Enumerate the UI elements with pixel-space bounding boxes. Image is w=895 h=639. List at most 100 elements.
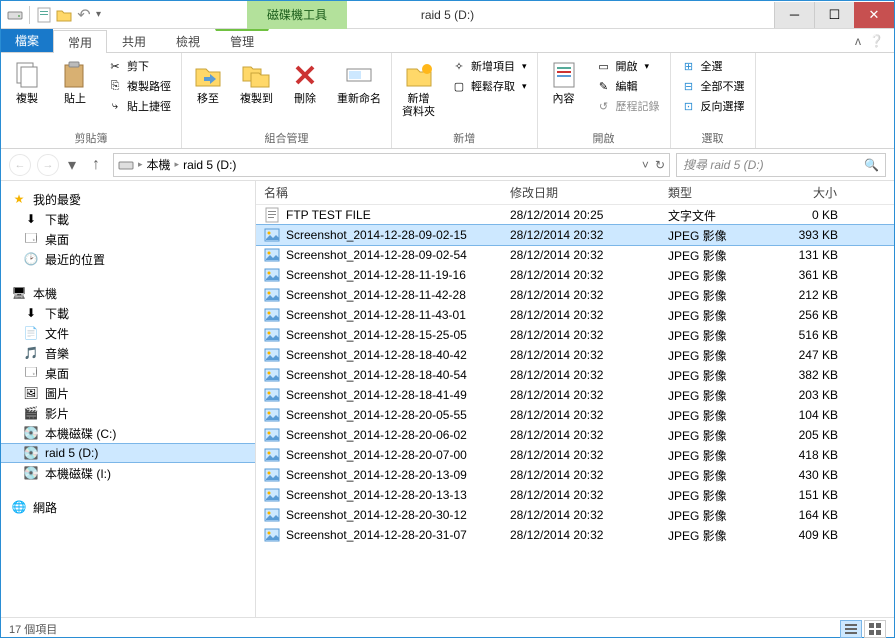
move-to-button[interactable]: 移至	[188, 57, 228, 108]
breadcrumb-current[interactable]: raid 5 (D:)	[183, 158, 236, 172]
search-input[interactable]: 搜尋 raid 5 (D:) 🔍	[676, 153, 886, 177]
invert-selection-button[interactable]: ⊡反向選擇	[677, 97, 749, 115]
paste-button[interactable]: 貼上	[55, 57, 95, 108]
file-date: 28/12/2014 20:32	[502, 368, 660, 382]
paste-shortcut-button[interactable]: ⤷貼上捷徑	[103, 97, 175, 115]
file-size: 151 KB	[776, 488, 846, 502]
nav-computer[interactable]: 🖥本機	[1, 283, 255, 303]
column-size[interactable]: 大小	[776, 184, 846, 201]
file-name: Screenshot_2014-12-28-20-05-55	[286, 408, 467, 422]
minimize-button[interactable]: ─	[774, 2, 814, 28]
file-row[interactable]: Screenshot_2014-12-28-18-41-4928/12/2014…	[256, 385, 894, 405]
file-row[interactable]: Screenshot_2014-12-28-20-05-5528/12/2014…	[256, 405, 894, 425]
breadcrumb-root[interactable]: 本機	[147, 156, 171, 173]
select-none-icon: ⊟	[681, 78, 697, 94]
file-row[interactable]: Screenshot_2014-12-28-20-30-1228/12/2014…	[256, 505, 894, 525]
nav-fav-item[interactable]: 🕑最近的位置	[1, 249, 255, 269]
file-row[interactable]: Screenshot_2014-12-28-09-02-1528/12/2014…	[256, 225, 894, 245]
qat-dropdown-icon[interactable]: ▾	[96, 9, 101, 20]
file-row[interactable]: Screenshot_2014-12-28-11-43-0128/12/2014…	[256, 305, 894, 325]
file-row[interactable]: Screenshot_2014-12-28-20-07-0028/12/2014…	[256, 445, 894, 465]
nav-computer-item[interactable]: 🎬影片	[1, 403, 255, 423]
file-name: Screenshot_2014-12-28-11-42-28	[286, 288, 466, 302]
ribbon-select-label: 選取	[677, 128, 749, 146]
search-icon[interactable]: 🔍	[864, 158, 879, 172]
select-all-button[interactable]: ⊞全選	[677, 57, 749, 75]
nav-fav-item[interactable]: 🗔桌面	[1, 229, 255, 249]
address-bar[interactable]: ▸ 本機 ▸ raid 5 (D:) ˅ ↻	[113, 153, 670, 177]
file-row[interactable]: Screenshot_2014-12-28-20-31-0728/12/2014…	[256, 525, 894, 545]
file-date: 28/12/2014 20:32	[502, 288, 660, 302]
file-row[interactable]: Screenshot_2014-12-28-11-19-1628/12/2014…	[256, 265, 894, 285]
file-date: 28/12/2014 20:32	[502, 228, 660, 242]
up-button[interactable]: ↑	[85, 154, 107, 176]
properties-button[interactable]: 內容	[544, 57, 584, 108]
column-name[interactable]: 名稱	[256, 184, 502, 201]
cut-button[interactable]: ✂剪下	[103, 57, 175, 75]
tab-home[interactable]: 常用	[53, 30, 107, 53]
close-button[interactable]: ✕	[854, 2, 894, 28]
file-row[interactable]: Screenshot_2014-12-28-20-06-0228/12/2014…	[256, 425, 894, 445]
select-none-button[interactable]: ⊟全部不選	[677, 77, 749, 95]
maximize-button[interactable]: ☐	[814, 2, 854, 28]
file-row[interactable]: Screenshot_2014-12-28-18-40-4228/12/2014…	[256, 345, 894, 365]
thumbnails-view-button[interactable]	[864, 620, 886, 638]
refresh-icon[interactable]: ↻	[655, 158, 665, 172]
copy-path-button[interactable]: ⎘複製路徑	[103, 77, 175, 95]
tab-view[interactable]: 檢視	[161, 29, 215, 52]
nav-computer-item[interactable]: 📄文件	[1, 323, 255, 343]
drive-folder-icon: 🖼	[23, 385, 39, 401]
nav-computer-item[interactable]: 💽raid 5 (D:)	[1, 443, 255, 463]
open-button[interactable]: ▭開啟▾	[592, 57, 664, 75]
nav-computer-item[interactable]: 💽本機磁碟 (C:)	[1, 423, 255, 443]
nav-pane: ★我的最愛 ⬇下載🗔桌面🕑最近的位置 🖥本機 ⬇下載📄文件🎵音樂🗔桌面🖼圖片🎬影…	[1, 181, 256, 617]
address-dropdown-icon[interactable]: ˅	[642, 158, 649, 172]
nav-favorites[interactable]: ★我的最愛	[1, 189, 255, 209]
file-row[interactable]: Screenshot_2014-12-28-20-13-0928/12/2014…	[256, 465, 894, 485]
file-date: 28/12/2014 20:32	[502, 468, 660, 482]
forward-button[interactable]: →	[37, 154, 59, 176]
delete-button[interactable]: 刪除	[285, 57, 325, 108]
drive-folder-icon: 🎵	[23, 345, 39, 361]
nav-computer-item[interactable]: ⬇下載	[1, 303, 255, 323]
file-row[interactable]: Screenshot_2014-12-28-11-42-28 28/12/2014…	[256, 285, 894, 305]
drive-folder-icon: 🗔	[23, 365, 39, 381]
file-row[interactable]: FTP TEST FILE28/12/2014 20:25文字文件0 KB	[256, 205, 894, 225]
file-list-body[interactable]: FTP TEST FILE28/12/2014 20:25文字文件0 KBScr…	[256, 205, 894, 617]
nav-computer-item[interactable]: 🗔桌面	[1, 363, 255, 383]
new-folder-button[interactable]: 新增 資料夾	[398, 57, 439, 121]
paste-label: 貼上	[64, 93, 86, 106]
history-dropdown-icon[interactable]: ▾	[65, 155, 79, 175]
nav-network[interactable]: 🌐網路	[1, 497, 255, 517]
easy-access-button[interactable]: ▢輕鬆存取▾	[447, 77, 531, 95]
file-date: 28/12/2014 20:32	[502, 308, 660, 322]
copy-to-button[interactable]: 複製到	[236, 57, 277, 108]
chevron-right-icon[interactable]: ▸	[138, 159, 143, 170]
help-icon[interactable]: ❔	[869, 34, 884, 48]
tab-manage[interactable]: 管理	[215, 29, 269, 52]
nav-fav-item[interactable]: ⬇下載	[1, 209, 255, 229]
back-button[interactable]: ←	[9, 154, 31, 176]
new-item-button[interactable]: ✧新增項目▾	[447, 57, 531, 75]
column-date[interactable]: 修改日期	[502, 184, 660, 201]
tab-share[interactable]: 共用	[107, 29, 161, 52]
column-type[interactable]: 類型	[660, 184, 776, 201]
copy-button[interactable]: 複製	[7, 57, 47, 108]
file-row[interactable]: Screenshot_2014-12-28-15-25-0528/12/2014…	[256, 325, 894, 345]
folder-qat-icon[interactable]	[56, 7, 72, 23]
rename-button[interactable]: 重新命名	[333, 57, 385, 108]
nav-computer-item[interactable]: 🖼圖片	[1, 383, 255, 403]
file-row[interactable]: Screenshot_2014-12-28-09-02-5428/12/2014…	[256, 245, 894, 265]
file-name: Screenshot_2014-12-28-20-06-02	[286, 428, 467, 442]
chevron-right-icon[interactable]: ▸	[175, 159, 180, 170]
ribbon-collapse-icon[interactable]: ʌ	[855, 34, 861, 48]
details-view-button[interactable]	[840, 620, 862, 638]
properties-icon[interactable]	[36, 7, 52, 23]
copy-to-icon	[241, 59, 273, 91]
file-row[interactable]: Screenshot_2014-12-28-18-40-5428/12/2014…	[256, 365, 894, 385]
nav-computer-item[interactable]: 💽本機磁碟 (I:)	[1, 463, 255, 483]
file-row[interactable]: Screenshot_2014-12-28-20-13-1328/12/2014…	[256, 485, 894, 505]
edit-button[interactable]: ✎編輯	[592, 77, 664, 95]
tab-file[interactable]: 檔案	[1, 29, 53, 52]
nav-computer-item[interactable]: 🎵音樂	[1, 343, 255, 363]
